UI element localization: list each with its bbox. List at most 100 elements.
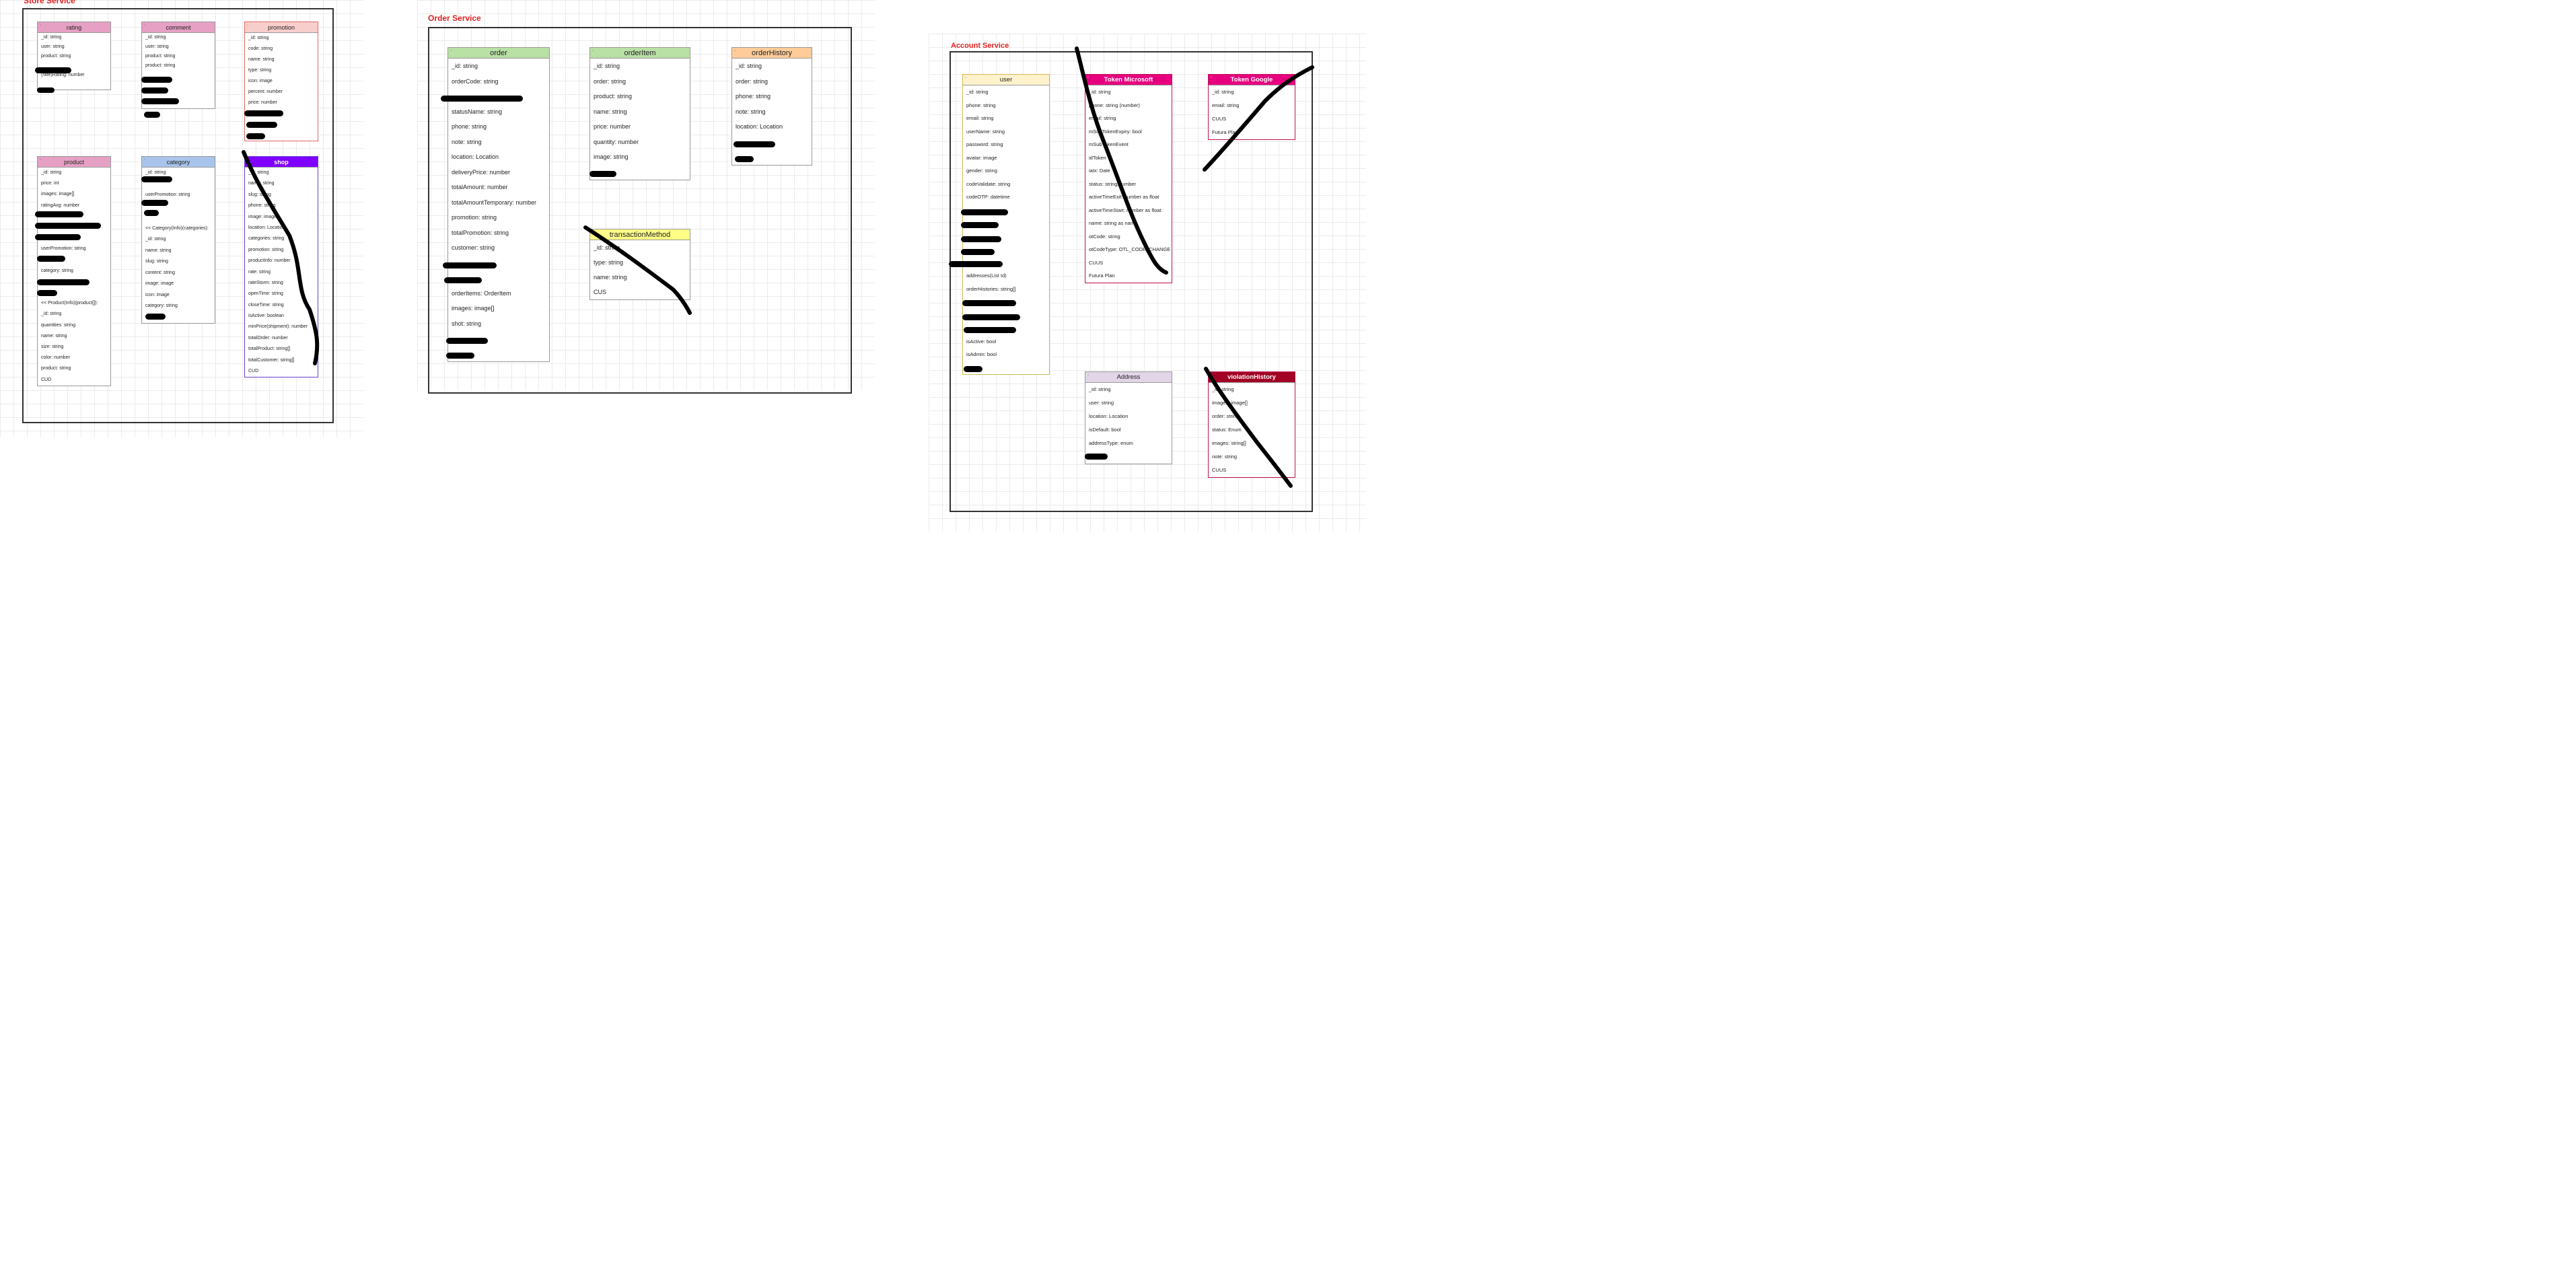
entity-field[interactable]: product: string: [38, 363, 110, 374]
entity-field[interactable]: CUD: [245, 366, 318, 377]
entity-field[interactable]: CUUS: [1209, 464, 1295, 477]
entity-field[interactable]: image: image: [142, 279, 215, 290]
entity-field[interactable]: location: Location: [1085, 410, 1172, 423]
entity-field[interactable]: color: number: [38, 353, 110, 363]
entity-header[interactable]: · category: [142, 157, 215, 168]
entity-field[interactable]: image: image: [245, 212, 318, 223]
entity-header[interactable]: · order: [448, 48, 549, 59]
entity-field[interactable]: _id: string: [590, 240, 690, 255]
entity-field[interactable]: CUD: [38, 375, 110, 386]
entity-field[interactable]: customer: string: [448, 240, 549, 256]
entity-field[interactable]: images: image[]: [38, 189, 110, 200]
entity-header[interactable]: · product: [38, 157, 110, 168]
entity-field[interactable]: promotion: string: [448, 210, 549, 225]
entity-field[interactable]: activeTimeExit: number as float: [1085, 190, 1172, 204]
entity-field[interactable]: category: string: [142, 301, 215, 312]
entity-field[interactable]: type: string: [590, 255, 690, 270]
entity-field[interactable]: phone: string: [245, 201, 318, 211]
entity-field[interactable]: promotion: string: [245, 245, 318, 256]
entity-field[interactable]: location: Location: [245, 223, 318, 233]
entity-field[interactable]: rate: string: [245, 267, 318, 278]
entity-field[interactable]: rateStorm: string: [245, 278, 318, 289]
entity-field[interactable]: openTime: string: [245, 289, 318, 299]
entity-header[interactable]: · rating: [38, 22, 110, 33]
entity-header[interactable]: · orderHistory: [732, 48, 812, 59]
entity-field[interactable]: orderItems: OrderItem: [448, 286, 549, 301]
entity-order[interactable]: · order _id: string orderCode: string status…: [448, 47, 550, 362]
entity-field[interactable]: phone: string: [963, 99, 1049, 112]
entity-field[interactable]: user: string: [38, 42, 110, 52]
entity-header[interactable]: · user: [963, 75, 1049, 85]
entity-orderHistory[interactable]: · orderHistory _id: string order: string pho…: [731, 47, 812, 166]
entity-field[interactable]: totalPromotion: string: [448, 225, 549, 241]
entity-field[interactable]: codeValidate: string: [963, 178, 1049, 191]
entity-field[interactable]: idToken: [1085, 151, 1172, 165]
entity-field[interactable]: _id: string: [1209, 85, 1295, 99]
entity-field[interactable]: isAdmin: bool: [963, 348, 1049, 361]
entity-field[interactable]: slug: string: [142, 256, 215, 268]
entity-field[interactable]: avatar: image: [963, 151, 1049, 165]
entity-field[interactable]: note: string: [1209, 450, 1295, 464]
entity-field[interactable]: name: string: [590, 270, 690, 285]
entity-field[interactable]: orderHistories: string[]: [963, 283, 1049, 296]
entity-field[interactable]: type: string: [245, 65, 318, 76]
entity-field[interactable]: iatx: Date: [1085, 164, 1172, 178]
entity-field[interactable]: icon: image: [142, 290, 215, 301]
entity-product[interactable]: · product _id: string price: int images: ima…: [37, 156, 111, 386]
entity-field[interactable]: codeOTP: datetime: [963, 190, 1049, 204]
entity-field[interactable]: product: string: [142, 52, 215, 61]
entity-field[interactable]: Futura Plan: [1085, 269, 1172, 283]
entity-field[interactable]: CUUS: [1209, 112, 1295, 126]
entity-field[interactable]: isDefault: bool: [1085, 423, 1172, 437]
entity-transactionMethod[interactable]: · transactionMethod _id: string type: strin…: [589, 229, 690, 300]
entity-field[interactable]: << Product(Info)(product[]):: [38, 298, 110, 309]
entity-field[interactable]: _id: string: [1085, 85, 1172, 99]
entity-address[interactable]: · Address _id: string user: string location:…: [1085, 371, 1172, 464]
entity-header[interactable]: · Address: [1085, 372, 1172, 383]
entity-field[interactable]: category: string: [38, 266, 110, 277]
entity-field[interactable]: otCode: string: [1085, 230, 1172, 244]
entity-field[interactable]: shot: string: [448, 316, 549, 332]
entity-field[interactable]: _id: string: [245, 168, 318, 178]
entity-field[interactable]: totalAmount: number: [448, 180, 549, 195]
entity-field[interactable]: content: string: [142, 268, 215, 279]
entity-field[interactable]: phone: string: [732, 89, 812, 104]
entity-field[interactable]: quantity: number: [590, 135, 690, 150]
entity-field[interactable]: << Category(Info)(categories):: [142, 223, 215, 235]
entity-field[interactable]: order: string: [1209, 410, 1295, 423]
entity-field[interactable]: name: string: [245, 178, 318, 189]
entity-field[interactable]: _id: string: [1209, 383, 1295, 396]
entity-field[interactable]: image: string: [590, 149, 690, 165]
entity-field[interactable]: name: string: [245, 55, 318, 65]
entity-field[interactable]: _id: string: [38, 168, 110, 178]
entity-field[interactable]: categories: string: [245, 233, 318, 244]
entity-field[interactable]: product: string: [590, 89, 690, 104]
entity-header[interactable]: · comment: [142, 22, 215, 33]
entity-field[interactable]: name: string: [590, 104, 690, 120]
entity-field[interactable]: totalOrder: number: [245, 333, 318, 344]
entity-field[interactable]: images: image[]: [1209, 396, 1295, 410]
entity-field[interactable]: product: string: [142, 61, 215, 71]
entity-field[interactable]: name: string as name: [1085, 217, 1172, 230]
entity-field[interactable]: price: int: [38, 178, 110, 189]
entity-field[interactable]: password: string: [963, 138, 1049, 151]
entity-header[interactable]: · transactionMethod: [590, 229, 690, 240]
entity-field[interactable]: location: Location: [732, 119, 812, 135]
entity-rating[interactable]: · rating _id: string user: string product: s…: [37, 22, 111, 90]
entity-field[interactable]: userPromotion: string: [38, 244, 110, 254]
entity-violation-history[interactable]: · violationHistory _id: string images: imag…: [1208, 371, 1295, 478]
entity-field[interactable]: _id: string: [448, 59, 549, 74]
entity-field[interactable]: icon: image: [245, 76, 318, 87]
entity-token-microsoft[interactable]: · Token Microsoft _id: string phone: string…: [1085, 74, 1172, 283]
entity-field[interactable]: totalAmountTemporary: number: [448, 195, 549, 211]
entity-field[interactable]: _id: string: [963, 85, 1049, 99]
entity-field[interactable]: images: string[]: [1209, 437, 1295, 450]
entity-field[interactable]: CUUS: [1085, 256, 1172, 270]
entity-orderItem[interactable]: · orderItem _id: string order: string produc…: [589, 47, 690, 180]
entity-field[interactable]: closeTime: string: [245, 300, 318, 311]
entity-header[interactable]: · orderItem: [590, 48, 690, 59]
entity-field[interactable]: mSubTokenExpiry: bool: [1085, 125, 1172, 139]
entity-field[interactable]: percent: number: [245, 87, 318, 98]
entity-field[interactable]: productInfo: number: [245, 256, 318, 266]
entity-field[interactable]: note: string: [448, 135, 549, 150]
